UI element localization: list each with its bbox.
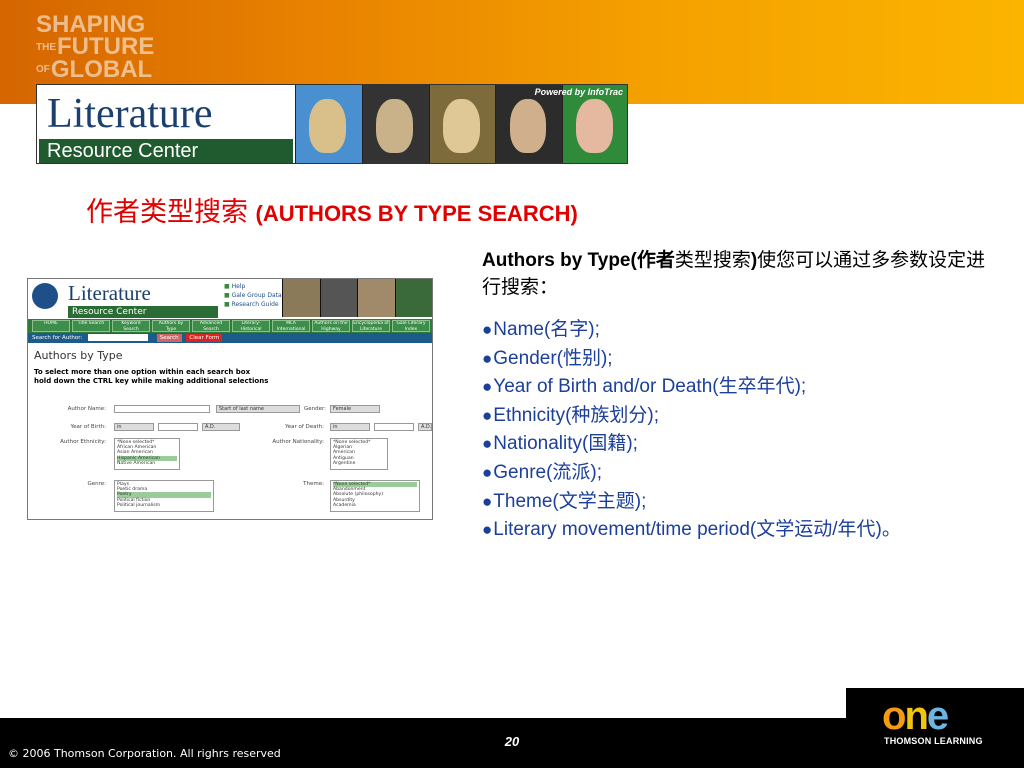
birth-year-input[interactable] — [158, 423, 198, 431]
nav-advanced-search[interactable]: Advanced Search — [192, 320, 230, 332]
thomson-learning-logo: one THOMSON LEARNING — [846, 688, 1024, 768]
shaping-the: THE — [36, 41, 56, 53]
nav-encyclopedia[interactable]: Encyclopedia of Literature — [352, 320, 390, 332]
nav-timeline[interactable]: Literary-Historical Timeline — [232, 320, 270, 332]
list-item: Gender(性别); — [482, 345, 992, 374]
shaping-line3: GLOBAL — [50, 55, 153, 83]
description-text: Authors by Type(作者类型搜索)使您可以通过多参数设定进行搜索： … — [482, 247, 992, 545]
search-parameter-list: Name(名字); Gender(性别); Year of Birth and/… — [482, 316, 992, 545]
intro-rest1: 类型搜索 — [674, 250, 751, 271]
slide-title-en: (AUTHORS BY TYPE SEARCH) — [255, 201, 578, 226]
ethnicity-label: Author Ethnicity: — [60, 439, 106, 445]
one-logo-icon: one — [882, 694, 949, 738]
thumb-portraits — [282, 279, 432, 317]
nav-title-search[interactable]: Title Search — [72, 320, 110, 332]
death-select[interactable]: in — [330, 423, 370, 431]
genre-list[interactable]: Plays Poetic drama Poetry Political fict… — [114, 480, 214, 512]
infotrac-badge: Powered by InfoTrac — [534, 87, 623, 97]
clear-form-button[interactable]: Clear Form — [186, 334, 223, 342]
genre-option[interactable]: Political journalism — [117, 503, 211, 508]
nav-highway[interactable]: Authors on the Highway — [312, 320, 350, 332]
author-name-label: Author Name: — [67, 406, 106, 412]
search-for-author-label: Search for Author: — [32, 335, 83, 341]
thumb-instructions: To select more than one option within ea… — [34, 368, 268, 386]
banner-title: Literature — [41, 89, 293, 139]
death-era-select[interactable]: A.D. — [418, 423, 432, 431]
genre-label: Genre: — [87, 481, 106, 487]
death-label: Year of Death: — [285, 424, 324, 430]
birth-label: Year of Birth: — [70, 424, 106, 430]
thomson-learning-text: THOMSON LEARNING — [884, 736, 983, 746]
theme-option[interactable]: Academia — [333, 503, 417, 508]
ethnicity-list[interactable]: *None selected* African American Asian A… — [114, 438, 180, 470]
slide-title: 作者类型搜索 (AUTHORS BY TYPE SEARCH) — [86, 190, 578, 229]
gender-select[interactable]: Female — [330, 405, 380, 413]
literature-resource-center-banner: Literature Resource Center Powered by In… — [36, 84, 628, 164]
list-item: Literary movement/time period(文学运动/年代)。 — [482, 516, 992, 545]
intro-bold: Authors by Type(作者 — [482, 250, 675, 271]
birth-era-select[interactable]: A.D. — [202, 423, 240, 431]
instruction-line1: To select more than one option within ea… — [34, 368, 251, 376]
nationality-option[interactable]: Argentine — [333, 461, 385, 466]
logo-letter-e: e — [926, 694, 949, 738]
list-item: Nationality(国籍); — [482, 430, 992, 459]
thumb-heading: Authors by Type — [34, 349, 123, 362]
list-item: Year of Birth and/or Death(生卒年代); — [482, 373, 992, 402]
nationality-label: Author Nationality: — [272, 439, 324, 445]
list-item: Name(名字); — [482, 316, 992, 345]
copyright-text: © 2006 Thomson Corporation. All righrs r… — [8, 747, 281, 760]
nationality-list[interactable]: *None selected* Algerian American Antigu… — [330, 438, 388, 470]
portrait-1 — [295, 85, 362, 163]
list-item: Theme(文学主题); — [482, 488, 992, 517]
portrait-3 — [428, 85, 496, 163]
list-item: Ethnicity(种族划分); — [482, 402, 992, 431]
nav-mla[interactable]: MLA International Bibliography — [272, 320, 310, 332]
ethnicity-option[interactable]: Native American — [117, 461, 177, 466]
gale-logo-icon — [32, 283, 58, 309]
nav-home[interactable]: HOME — [32, 320, 70, 332]
search-button[interactable]: Search — [156, 334, 182, 342]
slide-title-zh: 作者类型搜索 — [86, 197, 248, 227]
authors-by-type-screenshot: Literature Resource Center Help Gale Gro… — [27, 278, 433, 520]
nav-literary-index[interactable]: Gale Literary Index — [392, 320, 430, 332]
logo-letter-n: n — [904, 694, 928, 738]
list-item: Genre(流派); — [482, 459, 992, 488]
thumb-search-bar: Search for Author: Search Clear Form — [28, 333, 432, 343]
logo-letter-o: o — [882, 694, 906, 738]
search-for-author-input[interactable] — [87, 334, 148, 341]
author-name-input[interactable] — [114, 405, 210, 413]
nav-keyword-search[interactable]: Keyword Search — [112, 320, 150, 332]
death-year-input[interactable] — [374, 423, 414, 431]
shaping-the-future-logo: SHAPING THEFUTURE OFGLOBAL — [36, 13, 176, 83]
intro-paragraph: Authors by Type(作者类型搜索)使您可以通过多参数设定进行搜索： — [482, 247, 992, 301]
shaping-of: OF — [36, 64, 50, 76]
theme-label: Theme: — [303, 481, 324, 487]
theme-list[interactable]: *None selected* Abandonment Absolute (ph… — [330, 480, 420, 512]
thumb-nav-bar: HOME Title Search Keyword Search Authors… — [28, 319, 432, 333]
portrait-2 — [361, 85, 429, 163]
thumb-subtitle: Resource Center — [68, 306, 218, 318]
instruction-line2: hold down the CTRL key while making addi… — [34, 377, 269, 385]
banner-subtitle: Resource Center — [39, 139, 293, 163]
nav-authors-by-type[interactable]: Authors by Type — [152, 320, 190, 332]
birth-select[interactable]: in — [114, 423, 154, 431]
thumb-title: Literature — [68, 281, 151, 305]
gender-label: Gender: — [303, 406, 326, 412]
